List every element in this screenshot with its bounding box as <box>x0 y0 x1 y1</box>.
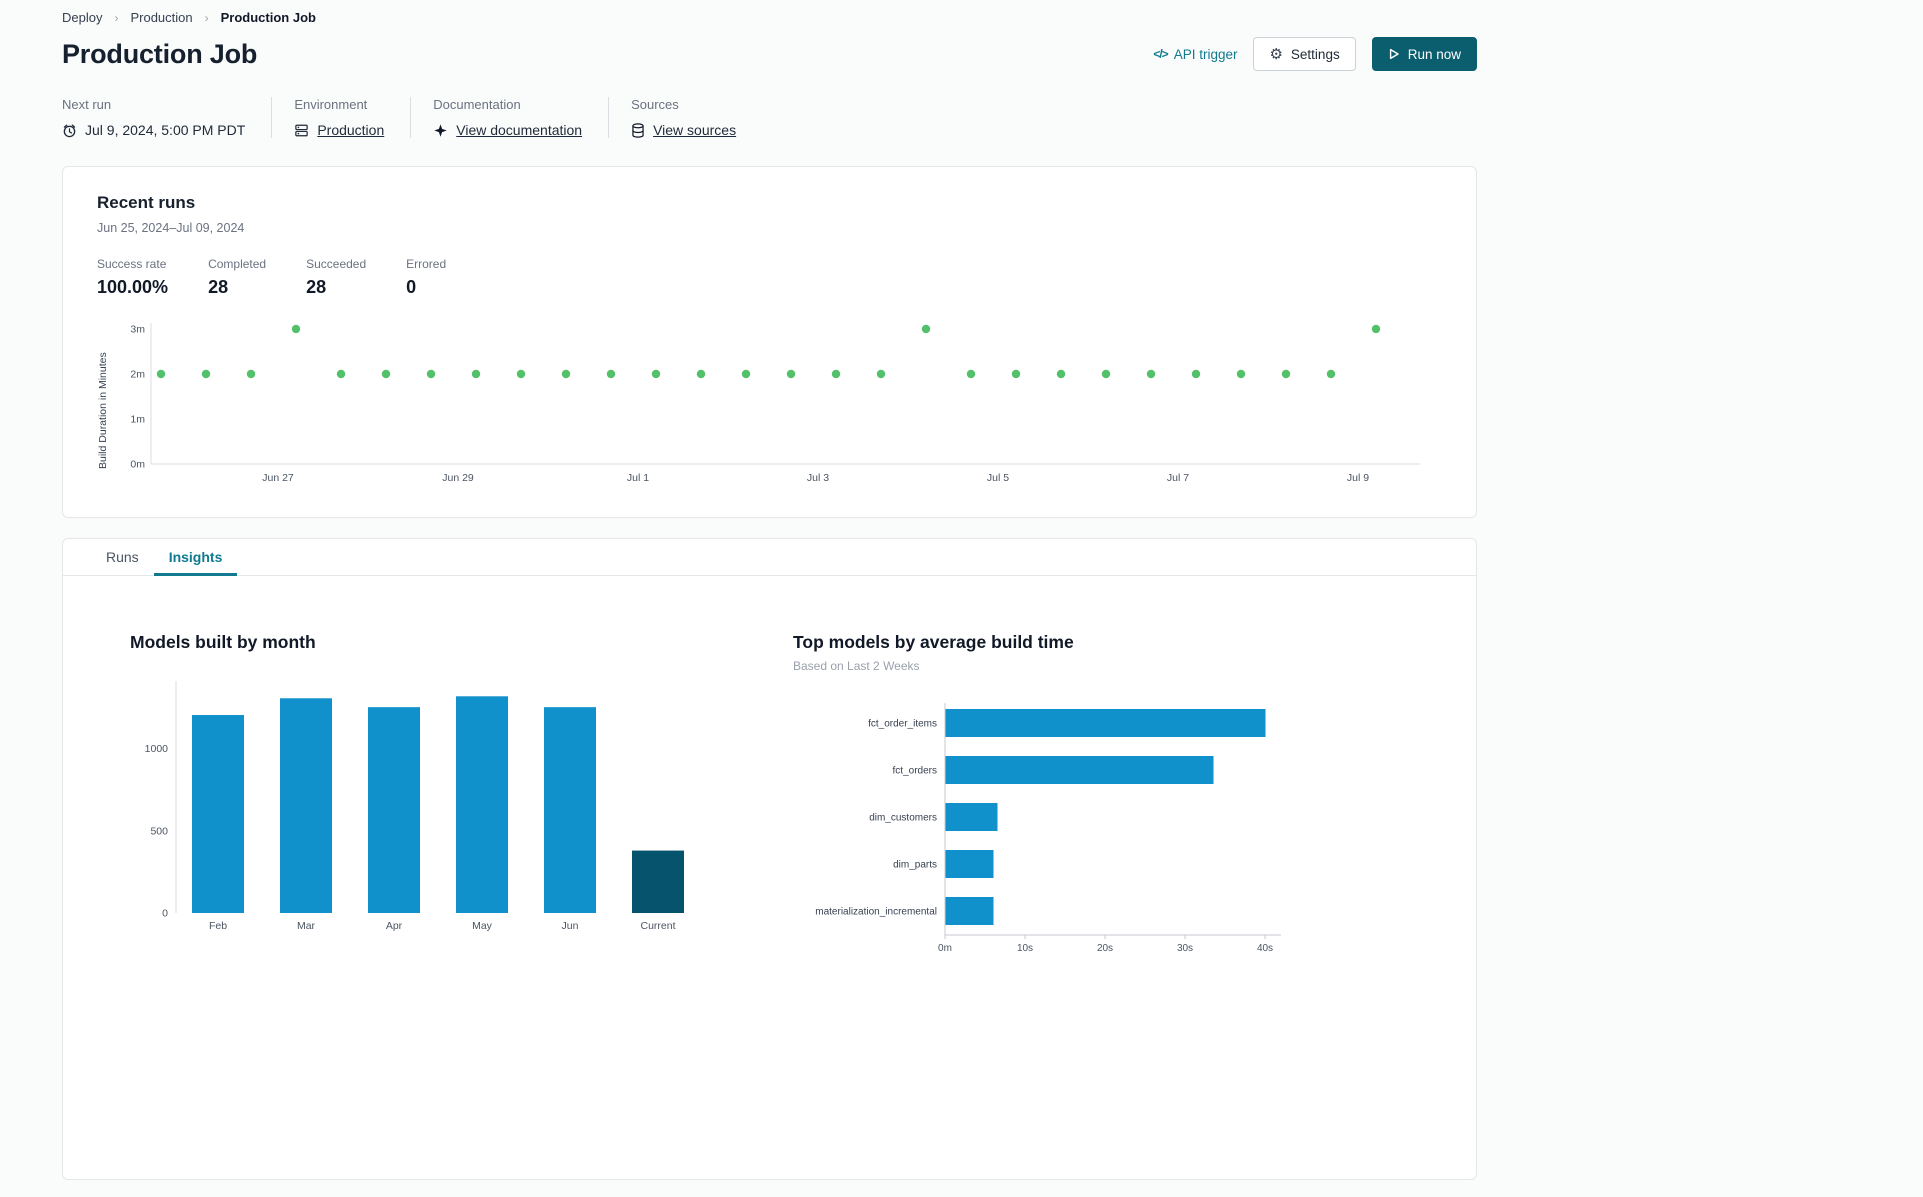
top-models-chart: fct_order_items fct_orders dim_customersdi… <box>793 695 1416 962</box>
meta-documentation: Documentation View documentation <box>410 97 608 138</box>
play-icon <box>1388 48 1400 60</box>
tab-runs[interactable]: Runs <box>91 539 154 576</box>
stat-value: 28 <box>208 277 229 297</box>
gear-icon: ⚙ <box>1269 45 1283 63</box>
svg-text:May: May <box>472 920 493 932</box>
meta-environment: Environment Production <box>271 97 410 138</box>
breadcrumb-production-job: Production Job <box>220 10 316 25</box>
svg-text:Jul 1: Jul 1 <box>627 472 649 484</box>
svg-text:Jun: Jun <box>562 920 579 932</box>
svg-text:0m: 0m <box>938 943 952 954</box>
top-models-subtitle: Based on Last 2 Weeks <box>793 659 920 673</box>
svg-text:30s: 30s <box>1177 943 1193 954</box>
svg-text:dim_parts: dim_parts <box>893 860 937 871</box>
scatter-plot: 0m 1m 2m 3m Jun 27 Jun 29 Jul 1 Jul 3 Jul 5 Jul 7… <box>109 318 1424 503</box>
stat-value: 28 <box>306 277 327 297</box>
svg-text:Jul 7: Jul 7 <box>1167 472 1189 484</box>
documentation-icon <box>433 123 448 138</box>
production-job-page: Deploy › Production › Production Job Pro… <box>62 0 1477 1180</box>
stat-label: Completed <box>208 257 267 271</box>
view-sources-link[interactable]: View sources <box>653 122 736 138</box>
breadcrumb-separator: › <box>114 10 119 25</box>
meta-next-run: Next run Jul 9, 2024, 5:00 PM PDT <box>62 97 271 138</box>
runs-insights-card: Runs Insights Models built by month 0 500… <box>62 538 1477 1180</box>
svg-text:fct_orders: fct_orders <box>893 766 937 777</box>
clock-icon <box>62 123 77 138</box>
breadcrumb: Deploy › Production › Production Job <box>62 10 1477 25</box>
svg-text:Feb: Feb <box>209 920 227 932</box>
code-icon: </> <box>1153 47 1168 61</box>
recent-runs-title: Recent runs <box>97 193 196 212</box>
meta-label: Sources <box>631 97 679 112</box>
svg-text:500: 500 <box>150 825 168 837</box>
stat-value: 100.00% <box>97 277 169 297</box>
recent-runs-stats: Success rate 100.00% Completed 28 Succee… <box>97 257 1442 298</box>
stat-label: Success rate <box>97 257 167 271</box>
svg-text:20s: 20s <box>1097 943 1113 954</box>
page-header: Production Job </> API trigger ⚙ Setting… <box>62 37 1477 71</box>
build-duration-chart: Build Duration in Minutes 0m 1m 2m 3m Jun 27… <box>97 318 1442 503</box>
api-trigger-label: API trigger <box>1173 46 1238 62</box>
environment-link[interactable]: Production <box>317 122 384 138</box>
svg-text:Mar: Mar <box>297 920 316 932</box>
view-documentation-link[interactable]: View documentation <box>456 122 582 138</box>
stat-completed: Completed 28 <box>208 257 266 298</box>
svg-text:0: 0 <box>162 908 168 920</box>
tab-insights[interactable]: Insights <box>153 539 238 576</box>
tabs: Runs Insights <box>63 539 1476 576</box>
stat-value: 0 <box>406 277 417 297</box>
svg-text:3m: 3m <box>130 324 145 336</box>
run-now-button[interactable]: Run now <box>1371 37 1477 71</box>
svg-text:materialization_incremental: materialization_incremental <box>815 907 937 918</box>
svg-text:2m: 2m <box>130 369 145 381</box>
svg-text:1m: 1m <box>130 414 145 426</box>
api-trigger-link[interactable]: </> API trigger <box>1153 47 1237 62</box>
svg-text:Current: Current <box>640 920 675 932</box>
next-run-time: Jul 9, 2024, 5:00 PM PDT <box>85 122 246 138</box>
svg-text:Jul 3: Jul 3 <box>807 472 829 484</box>
page-title: Production Job <box>62 38 258 69</box>
recent-runs-card: Recent runs Jun 25, 2024–Jul 09, 2024 Su… <box>62 166 1477 518</box>
job-meta-row: Next run Jul 9, 2024, 5:00 PM PDT Enviro… <box>62 97 1477 138</box>
top-models-block: Top models by average build time Based o… <box>793 632 1416 962</box>
svg-text:Jul 9: Jul 9 <box>1347 472 1369 484</box>
y-axis-label: Build Duration in Minutes <box>97 352 109 469</box>
meta-sources: Sources View sources <box>608 97 762 138</box>
breadcrumb-deploy[interactable]: Deploy <box>62 10 102 25</box>
stat-label: Errored <box>406 257 447 271</box>
svg-text:dim_customers: dim_customers <box>869 813 937 824</box>
models-built-title: Models built by month <box>130 632 316 652</box>
svg-text:fct_order_items: fct_order_items <box>868 719 937 730</box>
header-actions: </> API trigger ⚙ Settings Run now <box>1153 37 1477 71</box>
models-built-by-month-block: Models built by month 0 500 1000 Feb Mar Apr M… <box>130 632 753 962</box>
insights-panel: Models built by month 0 500 1000 Feb Mar Apr M… <box>63 576 1476 1002</box>
stat-succeeded: Succeeded 28 <box>306 257 366 298</box>
svg-text:Apr: Apr <box>386 920 403 932</box>
breadcrumb-production[interactable]: Production <box>130 10 192 25</box>
meta-label: Documentation <box>433 97 521 112</box>
stat-errored: Errored 0 <box>406 257 464 298</box>
meta-label: Next run <box>62 97 112 112</box>
meta-label: Environment <box>294 97 368 112</box>
svg-text:10s: 10s <box>1017 943 1033 954</box>
run-now-label: Run now <box>1407 46 1461 62</box>
environment-icon <box>294 123 309 138</box>
svg-text:0m: 0m <box>130 459 145 471</box>
stat-label: Succeeded <box>306 257 367 271</box>
settings-button[interactable]: ⚙ Settings <box>1253 37 1356 71</box>
svg-text:Jun 29: Jun 29 <box>442 472 474 484</box>
svg-text:Jul 5: Jul 5 <box>987 472 1009 484</box>
recent-runs-date-range: Jun 25, 2024–Jul 09, 2024 <box>97 221 245 235</box>
svg-text:40s: 40s <box>1257 943 1273 954</box>
svg-text:1000: 1000 <box>145 743 169 755</box>
top-models-title: Top models by average build time <box>793 632 1074 652</box>
database-icon <box>631 122 645 138</box>
breadcrumb-separator: › <box>204 10 209 25</box>
settings-label: Settings <box>1290 46 1340 62</box>
stat-success-rate: Success rate 100.00% <box>97 257 168 298</box>
models-built-chart: 0 500 1000 Feb Mar Apr May Jun Current <box>130 675 753 952</box>
svg-text:Jun 27: Jun 27 <box>262 472 294 484</box>
